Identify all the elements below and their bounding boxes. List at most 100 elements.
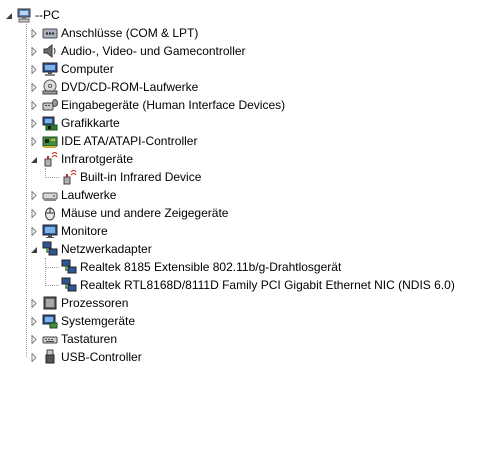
tree-item-label: Computer [61, 62, 114, 76]
expand-toggle[interactable] [29, 227, 38, 236]
tree-item-label: Eingabegeräte (Human Interface Devices) [61, 98, 286, 112]
infrared-icon [42, 151, 58, 167]
keyboard-icon [42, 331, 58, 347]
expand-toggle[interactable] [29, 83, 38, 92]
expand-toggle[interactable] [29, 119, 38, 128]
monitor-icon [42, 223, 58, 239]
tree-item-label: Built-in Infrared Device [80, 170, 202, 184]
tree-item-label: Anschlüsse (COM & LPT) [61, 26, 199, 40]
collapsed-arrow-icon [31, 317, 37, 326]
tree-item-label: USB-Controller [61, 350, 142, 364]
tree-item-network-card-ethernet[interactable]: Realtek RTL8168D/8111D Family PCI Gigabi… [61, 276, 455, 294]
expand-toggle[interactable] [29, 47, 38, 56]
tree-line [46, 177, 59, 178]
usb-icon [42, 349, 58, 365]
expand-toggle[interactable] [29, 101, 38, 110]
collapsed-arrow-icon [31, 209, 37, 218]
tree-item-infrared-device[interactable]: Built-in Infrared Device [61, 168, 201, 186]
tree-item-mice[interactable]: Mäuse und andere Zeigegeräte [42, 204, 228, 222]
tree-item-hid[interactable]: Eingabegeräte (Human Interface Devices) [42, 96, 285, 114]
tree-line [45, 258, 46, 286]
system-devices-icon [42, 313, 58, 329]
collapsed-arrow-icon [31, 191, 37, 200]
tree-item-label: Tastaturen [61, 332, 118, 346]
network-card-icon [61, 277, 77, 293]
expand-toggle[interactable] [29, 65, 38, 74]
expand-toggle[interactable] [29, 155, 38, 164]
dvd-drive-icon [42, 79, 58, 95]
tree-item-label: Systemgeräte [61, 314, 136, 328]
expand-toggle[interactable] [29, 29, 38, 38]
tree-item-ports[interactable]: Anschlüsse (COM & LPT) [42, 24, 198, 42]
tree-item-label: Netzwerkadapter [61, 242, 152, 256]
speaker-icon [42, 43, 58, 59]
tree-item-label: Infrarotgeräte [61, 152, 134, 166]
expanded-arrow-icon [5, 12, 12, 19]
tree-line [46, 285, 59, 286]
port-icon [42, 25, 58, 41]
display-adapter-icon [42, 115, 58, 131]
hid-icon [42, 97, 58, 113]
network-adapter-icon [42, 241, 58, 257]
processor-icon [42, 295, 58, 311]
expand-toggle[interactable] [29, 353, 38, 362]
tree-item-network-card-wireless[interactable]: Realtek 8185 Extensible 802.11b/g-Drahtl… [61, 258, 341, 276]
tree-item-monitors[interactable]: Monitore [42, 222, 108, 240]
expanded-arrow-icon [30, 246, 37, 253]
collapsed-arrow-icon [31, 137, 37, 146]
tree-item-network-adapters[interactable]: Netzwerkadapter [42, 240, 152, 258]
tree-item-computer[interactable]: Computer [42, 60, 114, 78]
collapsed-arrow-icon [31, 83, 37, 92]
tree-item-processors[interactable]: Prozessoren [42, 294, 128, 312]
expand-toggle[interactable] [29, 209, 38, 218]
expand-toggle[interactable] [4, 11, 13, 20]
mouse-icon [42, 205, 58, 221]
tree-item-infrared[interactable]: Infrarotgeräte [42, 150, 133, 168]
ide-controller-icon [42, 133, 58, 149]
tree-item-label: Realtek 8185 Extensible 802.11b/g-Drahtl… [80, 260, 342, 274]
expand-toggle[interactable] [29, 245, 38, 254]
empty-area [0, 458, 479, 468]
tree-item-label: DVD/CD-ROM-Laufwerke [61, 80, 199, 94]
tree-item-system-devices[interactable]: Systemgeräte [42, 312, 135, 330]
tree-item-label: Realtek RTL8168D/8111D Family PCI Gigabi… [80, 278, 455, 292]
tree-root[interactable]: --PC [16, 6, 60, 24]
device-tree: --PC Anschlüsse (COM & LPT) Audio-, Vide… [0, 0, 479, 468]
tree-item-label: Grafikkarte [61, 116, 120, 130]
tree-item-ide[interactable]: IDE ATA/ATAPI-Controller [42, 132, 197, 150]
collapsed-arrow-icon [31, 299, 37, 308]
infrared-device-icon [61, 169, 77, 185]
expanded-arrow-icon [30, 156, 37, 163]
computer-root-icon [16, 7, 32, 23]
tree-item-label: Prozessoren [61, 296, 129, 310]
expand-toggle[interactable] [29, 317, 38, 326]
tree-item-audio[interactable]: Audio-, Video- und Gamecontroller [42, 42, 246, 60]
tree-item-keyboards[interactable]: Tastaturen [42, 330, 117, 348]
tree-item-usb[interactable]: USB-Controller [42, 348, 142, 366]
expand-toggle[interactable] [29, 191, 38, 200]
tree-item-label: Laufwerke [61, 188, 117, 202]
expand-toggle[interactable] [29, 137, 38, 146]
collapsed-arrow-icon [31, 65, 37, 74]
expand-toggle[interactable] [29, 299, 38, 308]
tree-item-dvd[interactable]: DVD/CD-ROM-Laufwerke [42, 78, 198, 96]
tree-item-label: Audio-, Video- und Gamecontroller [61, 44, 246, 58]
tree-item-label: Monitore [61, 224, 108, 238]
tree-line [46, 267, 59, 268]
tree-item-display-adapter[interactable]: Grafikkarte [42, 114, 120, 132]
disk-drive-icon [42, 187, 58, 203]
root-label: --PC [35, 8, 60, 22]
tree-line [26, 24, 27, 357]
collapsed-arrow-icon [31, 101, 37, 110]
expand-toggle[interactable] [29, 335, 38, 344]
collapsed-arrow-icon [31, 353, 37, 362]
tree-item-label: Mäuse und andere Zeigegeräte [61, 206, 229, 220]
collapsed-arrow-icon [31, 335, 37, 344]
network-card-icon [61, 259, 77, 275]
tree-item-disk-drives[interactable]: Laufwerke [42, 186, 116, 204]
collapsed-arrow-icon [31, 119, 37, 128]
tree-item-label: IDE ATA/ATAPI-Controller [61, 134, 198, 148]
computer-icon [42, 61, 58, 77]
collapsed-arrow-icon [31, 29, 37, 38]
collapsed-arrow-icon [31, 47, 37, 56]
